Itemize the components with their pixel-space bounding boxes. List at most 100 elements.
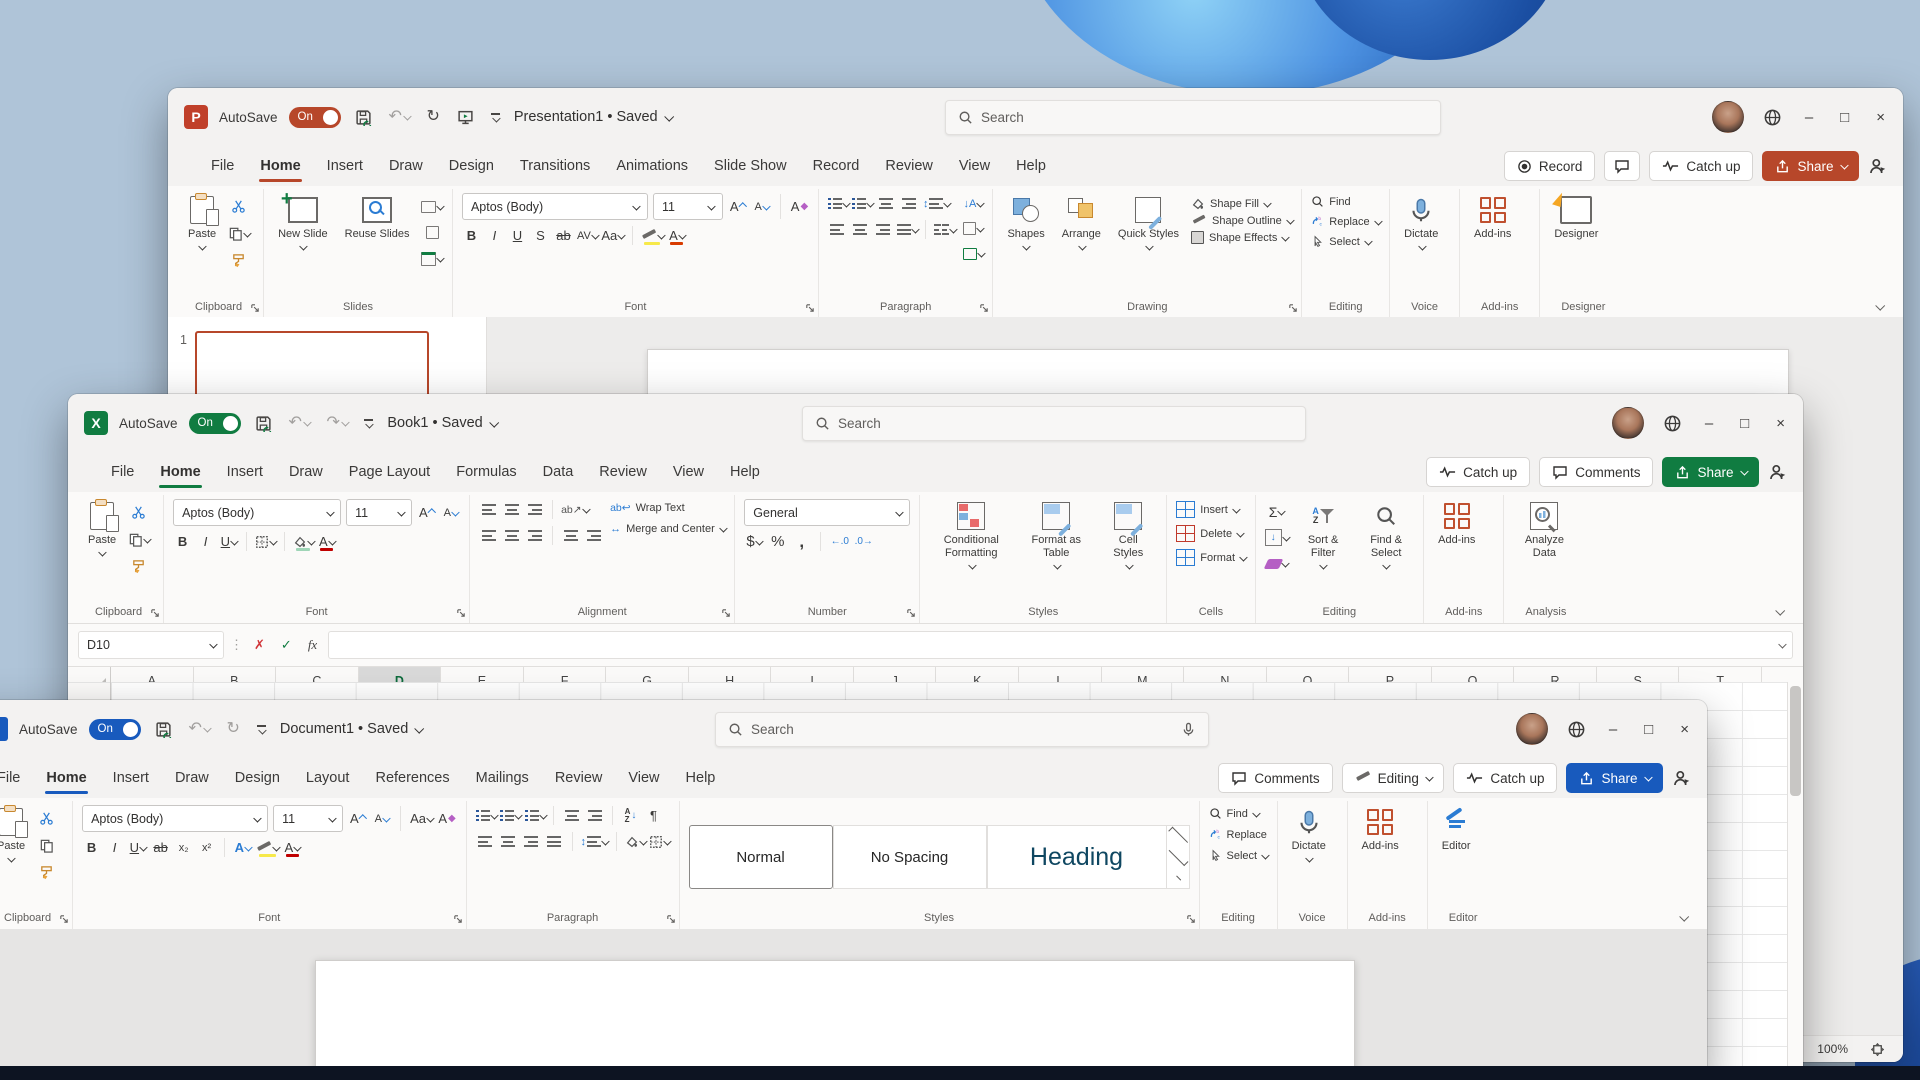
presenter-coach-icon[interactable]	[1868, 157, 1887, 176]
excel-titlebar[interactable]: X AutoSave On ↶ ↷ Book1 • Saved Search –…	[68, 394, 1803, 452]
multilevel-list-button[interactable]	[525, 805, 546, 826]
middle-align-button[interactable]	[502, 499, 521, 520]
ribbon-tab[interactable]: Home	[33, 758, 99, 798]
paragraph-dialog-launcher[interactable]	[666, 914, 676, 924]
format-cells-button[interactable]: Format	[1176, 549, 1245, 566]
paste-button[interactable]: Paste	[83, 499, 121, 558]
start-slideshow-button[interactable]	[454, 106, 477, 129]
delete-cells-button[interactable]: Delete	[1176, 525, 1245, 542]
decrease-decimal-button[interactable]: .0→	[854, 531, 873, 552]
collapse-ribbon-button[interactable]	[1679, 912, 1689, 922]
align-right-button[interactable]	[522, 831, 541, 852]
undo-button[interactable]: ↶	[286, 412, 313, 434]
comments-button[interactable]: Comments	[1218, 763, 1332, 793]
voice-search-icon[interactable]	[1181, 722, 1196, 737]
avatar[interactable]	[1516, 713, 1548, 745]
decrease-indent-button[interactable]	[877, 193, 896, 214]
drawing-dialog-launcher[interactable]	[1288, 303, 1298, 313]
ribbon-tab[interactable]: Review	[872, 146, 946, 186]
autosum-button[interactable]: Σ	[1265, 501, 1289, 522]
ribbon-tab[interactable]: Review	[542, 758, 616, 798]
redo-button[interactable]: ↷	[323, 412, 350, 434]
italic-button[interactable]: I	[485, 225, 504, 246]
superscript-button[interactable]: x²	[197, 837, 216, 858]
justify-button[interactable]	[897, 219, 918, 240]
ribbon-tab[interactable]: Help	[673, 758, 729, 798]
number-dialog-launcher[interactable]	[906, 608, 916, 618]
underline-button[interactable]: U	[508, 225, 527, 246]
number-format-select[interactable]: General	[744, 499, 910, 526]
columns-button[interactable]	[934, 219, 956, 240]
name-box[interactable]: D10	[78, 631, 224, 659]
save-button[interactable]	[352, 106, 375, 129]
customize-qat-button[interactable]	[488, 110, 503, 124]
cell-styles-button[interactable]: Cell Styles	[1099, 499, 1157, 571]
people-icon[interactable]	[1768, 463, 1787, 482]
ribbon-tab[interactable]: File	[198, 146, 247, 186]
gallery-down-button[interactable]	[1167, 847, 1189, 868]
paste-button[interactable]: Paste	[0, 805, 30, 864]
align-text-button[interactable]	[963, 218, 984, 239]
font-color-button[interactable]: A	[317, 531, 336, 552]
clipboard-dialog-launcher[interactable]	[250, 303, 260, 313]
styles-dialog-launcher[interactable]	[1186, 914, 1196, 924]
quick-styles-button[interactable]: Quick Styles	[1113, 193, 1184, 252]
ribbon-tab[interactable]: Help	[1003, 146, 1059, 186]
ribbon-tab[interactable]: Layout	[293, 758, 363, 798]
shape-fill-button[interactable]: Shape Fill	[1191, 197, 1292, 211]
minimize-button[interactable]: –	[1801, 108, 1817, 127]
ribbon-tab[interactable]: Data	[530, 452, 587, 492]
search-input[interactable]: Search	[945, 100, 1441, 135]
people-icon[interactable]	[1672, 769, 1691, 788]
ribbon-tab[interactable]: Home	[147, 452, 213, 492]
ribbon-tab[interactable]: Record	[800, 146, 873, 186]
taskbar[interactable]	[0, 1066, 1920, 1080]
shape-outline-button[interactable]: Shape Outline	[1191, 214, 1292, 228]
numbering-button[interactable]	[852, 193, 873, 214]
record-button[interactable]: Record	[1504, 151, 1596, 181]
comma-style-button[interactable]: ,	[792, 531, 811, 552]
globe-icon[interactable]	[1763, 108, 1782, 127]
ribbon-tab[interactable]: Review	[586, 452, 660, 492]
style-no-spacing[interactable]: No Spacing	[833, 825, 987, 889]
find-button[interactable]: Find	[1311, 195, 1380, 208]
close-button[interactable]: ×	[1772, 414, 1789, 433]
ribbon-tab[interactable]: Animations	[603, 146, 701, 186]
font-size-select[interactable]: 11	[273, 805, 343, 832]
font-family-select[interactable]: Aptos (Body)	[462, 193, 648, 220]
subscript-button[interactable]: x₂	[174, 837, 193, 858]
avatar[interactable]	[1612, 407, 1644, 439]
ribbon-tab[interactable]: View	[660, 452, 717, 492]
minimize-button[interactable]: –	[1605, 720, 1621, 739]
italic-button[interactable]: I	[196, 531, 215, 552]
font-dialog-launcher[interactable]	[453, 914, 463, 924]
sort-filter-button[interactable]: AZSort & Filter	[1295, 499, 1351, 571]
justify-button[interactable]	[545, 831, 564, 852]
format-painter-button[interactable]	[228, 250, 250, 271]
powerpoint-titlebar[interactable]: P AutoSave On ↶ ↻ Presentation1 • Saved …	[168, 88, 1903, 146]
catch-up-button[interactable]: Catch up	[1649, 151, 1753, 181]
text-highlight-button[interactable]	[641, 225, 664, 246]
style-normal[interactable]: Normal	[689, 825, 833, 889]
ribbon-tab[interactable]: Help	[717, 452, 773, 492]
find-button[interactable]: Find	[1209, 807, 1268, 820]
line-spacing-button[interactable]: ↕	[581, 831, 608, 852]
sort-button[interactable]: AZ↓	[621, 805, 640, 826]
decrease-indent-button[interactable]	[561, 525, 580, 546]
format-painter-button[interactable]	[37, 862, 56, 883]
comments-button[interactable]	[1604, 151, 1640, 181]
underline-button[interactable]: U	[219, 531, 238, 552]
fill-button[interactable]: ↓	[1265, 527, 1289, 548]
top-align-button[interactable]	[479, 499, 498, 520]
add-ins-button[interactable]: Add-ins	[1357, 805, 1404, 855]
new-slide-button[interactable]: New Slide	[273, 193, 333, 252]
maximize-button[interactable]: □	[1640, 720, 1657, 739]
ribbon-tab[interactable]: Page Layout	[336, 452, 443, 492]
bold-button[interactable]: B	[173, 531, 192, 552]
borders-button[interactable]	[649, 831, 670, 852]
reuse-slides-button[interactable]: Reuse Slides	[340, 193, 415, 243]
replace-button[interactable]: Replace	[1209, 828, 1268, 841]
fit-to-window-icon[interactable]	[1870, 1042, 1885, 1057]
font-family-select[interactable]: Aptos (Body)	[173, 499, 341, 526]
cut-button[interactable]	[37, 808, 56, 829]
